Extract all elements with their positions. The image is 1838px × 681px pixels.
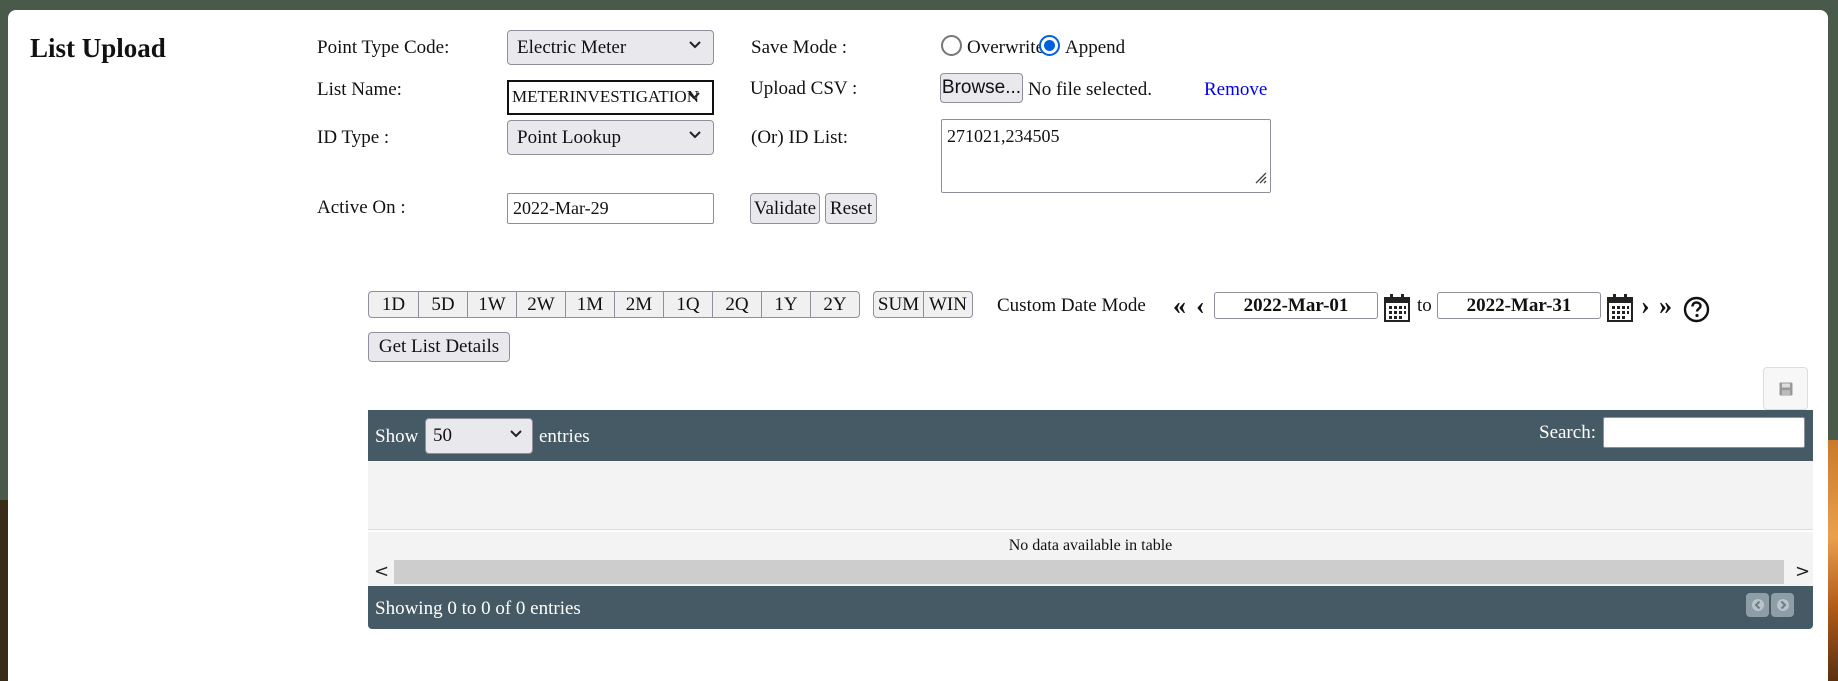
search-input[interactable] [1603, 417, 1805, 448]
show-label: Show [375, 426, 419, 447]
first-period-button[interactable]: « [1173, 293, 1186, 319]
empty-table-message: No data available in table [368, 532, 1813, 558]
browse-button[interactable]: Browse... [940, 73, 1023, 103]
chevron-down-icon [687, 37, 703, 53]
list-name-select[interactable]: METERINVESTIGATION [507, 80, 714, 115]
id-type-label: ID Type : [317, 127, 390, 148]
start-date-input[interactable]: 2022-Mar-01 [1214, 292, 1378, 319]
preset-1d-button[interactable]: 1D [368, 291, 419, 318]
end-date-input[interactable]: 2022-Mar-31 [1437, 292, 1601, 319]
scroll-right-icon[interactable]: > [1795, 561, 1810, 582]
next-period-button[interactable]: › [1641, 293, 1650, 319]
export-button[interactable] [1763, 367, 1808, 410]
table-info-text: Showing 0 to 0 of 0 entries [375, 598, 581, 619]
entries-label: entries [539, 426, 590, 447]
validate-button[interactable]: Validate [750, 193, 820, 224]
horizontal-scrollbar[interactable]: < > [368, 558, 1813, 586]
next-page-button[interactable] [1771, 593, 1794, 617]
aggregation-mode-group: SUM WIN [873, 291, 973, 318]
preset-2w-button[interactable]: 2W [516, 291, 566, 318]
get-list-details-button[interactable]: Get List Details [368, 332, 510, 362]
preset-2q-button[interactable]: 2Q [712, 291, 762, 318]
id-type-select[interactable]: Point Lookup [507, 120, 714, 155]
list-name-label: List Name: [317, 79, 402, 100]
point-type-label: Point Type Code: [317, 37, 450, 58]
calendar-icon[interactable] [1606, 293, 1634, 328]
save-mode-label: Save Mode : [751, 37, 848, 58]
preset-1w-button[interactable]: 1W [467, 291, 517, 318]
arrow-right-icon [1776, 599, 1789, 611]
table-header-bar: Show 50 entries Search: [368, 410, 1813, 461]
arrow-left-icon [1751, 599, 1764, 611]
append-label: Append [1065, 37, 1126, 58]
prev-period-button[interactable]: ‹ [1196, 293, 1205, 319]
save-icon [1779, 382, 1793, 401]
page-length-value: 50 [433, 425, 452, 446]
preset-range-group: 1D 5D 1W 2W 1M 2M 1Q 2Q 1Y 2Y [368, 291, 860, 318]
list-name-value: METERINVESTIGATION [512, 87, 699, 106]
page-length-select[interactable]: 50 [425, 418, 533, 454]
preset-1m-button[interactable]: 1M [565, 291, 615, 318]
remove-link[interactable]: Remove [1204, 79, 1267, 101]
chevron-down-icon [686, 88, 702, 104]
id-list-value: 271021,234505 [947, 126, 1060, 146]
scrollbar-track[interactable] [394, 560, 1784, 584]
upload-csv-label: Upload CSV : [750, 78, 858, 99]
append-radio[interactable] [1039, 35, 1060, 56]
overwrite-label: Overwrite [967, 37, 1045, 58]
active-on-label: Active On : [317, 197, 406, 218]
preset-5d-button[interactable]: 5D [418, 291, 468, 318]
background-edge-left [0, 500, 8, 681]
pagination [1746, 593, 1796, 617]
prev-page-button[interactable] [1746, 593, 1769, 617]
overwrite-radio[interactable] [941, 35, 962, 56]
file-status-text: No file selected. [1028, 79, 1152, 100]
id-list-label: (Or) ID List: [751, 127, 849, 148]
preset-2m-button[interactable]: 2M [614, 291, 664, 318]
active-on-value: 2022-Mar-29 [513, 198, 609, 218]
search-label: Search: [1539, 422, 1596, 443]
mode-win-button[interactable]: WIN [923, 291, 973, 318]
chevron-down-icon [508, 426, 524, 442]
resize-handle-icon[interactable] [1251, 168, 1267, 189]
mode-sum-button[interactable]: SUM [873, 291, 924, 318]
preset-1q-button[interactable]: 1Q [663, 291, 713, 318]
active-on-input[interactable]: 2022-Mar-29 [507, 193, 714, 224]
table-footer-bar: Showing 0 to 0 of 0 entries [368, 586, 1813, 629]
date-range-to-label: to [1417, 295, 1432, 316]
custom-date-mode-label: Custom Date Mode [997, 295, 1146, 316]
reset-button[interactable]: Reset [825, 193, 877, 224]
id-type-value: Point Lookup [517, 127, 621, 148]
scroll-left-icon[interactable]: < [374, 561, 389, 582]
point-type-select[interactable]: Electric Meter [507, 30, 714, 65]
id-list-textarea[interactable]: 271021,234505 [941, 119, 1271, 193]
table-body [368, 461, 1813, 530]
preset-1y-button[interactable]: 1Y [761, 291, 811, 318]
calendar-icon[interactable] [1383, 293, 1411, 328]
help-icon[interactable] [1683, 296, 1710, 328]
point-type-value: Electric Meter [517, 37, 627, 58]
chevron-down-icon [687, 127, 703, 143]
page-title: List Upload [30, 33, 166, 63]
preset-2y-button[interactable]: 2Y [810, 291, 860, 318]
last-period-button[interactable]: » [1659, 293, 1672, 319]
